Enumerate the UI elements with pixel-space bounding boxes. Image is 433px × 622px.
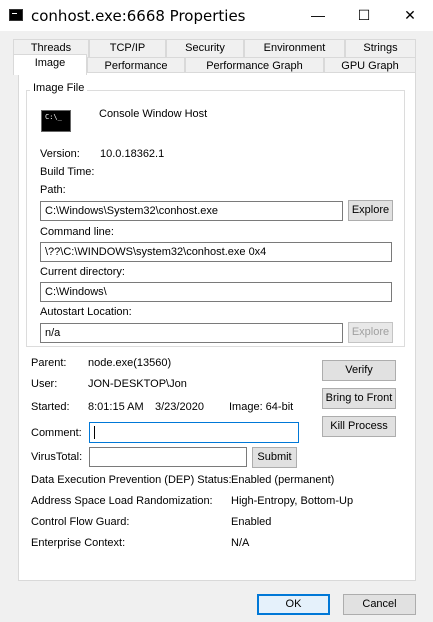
dep-status-value: Enabled (permanent) bbox=[231, 474, 335, 486]
started-time: 8:01:15 AM bbox=[88, 401, 144, 413]
console-icon: C:\_ bbox=[41, 110, 71, 132]
close-button[interactable]: ✕ bbox=[387, 0, 433, 31]
current-directory-label: Current directory: bbox=[40, 266, 125, 278]
autostart-field[interactable]: n/a bbox=[40, 323, 343, 343]
autostart-label: Autostart Location: bbox=[40, 306, 132, 318]
path-explore-button[interactable]: Explore bbox=[348, 200, 393, 221]
app-icon bbox=[9, 9, 23, 21]
dep-status-label: Data Execution Prevention (DEP) Status: bbox=[31, 474, 232, 486]
cfg-value: Enabled bbox=[231, 516, 272, 528]
autostart-explore-button[interactable]: Explore bbox=[348, 322, 393, 343]
aslr-value: High-Entropy, Bottom-Up bbox=[231, 495, 354, 507]
command-line-field[interactable]: \??\C:\WINDOWS\system32\conhost.exe 0x4 bbox=[40, 242, 392, 262]
enterprise-context-label: Enterprise Context: bbox=[31, 537, 126, 549]
image-file-group-label: Image File bbox=[30, 82, 88, 94]
started-label: Started: bbox=[31, 401, 70, 413]
current-directory-field[interactable]: C:\Windows\ bbox=[40, 282, 392, 302]
cancel-button[interactable]: Cancel bbox=[343, 594, 416, 615]
user-value: JON-DESKTOP\Jon bbox=[88, 378, 187, 390]
tab-image[interactable]: Image bbox=[13, 54, 87, 75]
path-label: Path: bbox=[40, 184, 66, 196]
started-date: 3/23/2020 bbox=[155, 401, 204, 413]
verify-button[interactable]: Verify bbox=[322, 360, 396, 381]
parent-value: node.exe(13560) bbox=[88, 357, 172, 369]
tab-environment[interactable]: Environment bbox=[244, 39, 345, 57]
tab-strings[interactable]: Strings bbox=[345, 39, 416, 57]
image-description: Console Window Host bbox=[99, 108, 208, 120]
virustotal-field[interactable] bbox=[89, 447, 247, 467]
aslr-label: Address Space Load Randomization: bbox=[31, 495, 213, 507]
ok-button[interactable]: OK bbox=[257, 594, 330, 615]
minimize-button[interactable]: — bbox=[295, 0, 341, 31]
tab-security[interactable]: Security bbox=[166, 39, 244, 57]
kill-process-button[interactable]: Kill Process bbox=[322, 416, 396, 437]
enterprise-context-value: N/A bbox=[231, 537, 250, 549]
comment-label: Comment: bbox=[31, 427, 82, 439]
window-title: conhost.exe:6668 Properties bbox=[31, 7, 246, 25]
version-label: Version: bbox=[40, 148, 80, 160]
tab-tcpip[interactable]: TCP/IP bbox=[89, 39, 166, 57]
build-time-label: Build Time: bbox=[40, 166, 95, 178]
image-bits: Image: 64-bit bbox=[229, 401, 294, 413]
parent-label: Parent: bbox=[31, 357, 67, 369]
cfg-label: Control Flow Guard: bbox=[31, 516, 130, 528]
maximize-button[interactable]: ☐ bbox=[341, 0, 387, 31]
submit-button[interactable]: Submit bbox=[252, 447, 297, 468]
user-label: User: bbox=[31, 378, 58, 390]
text-caret bbox=[94, 426, 95, 439]
version-value: 10.0.18362.1 bbox=[100, 148, 165, 160]
comment-input[interactable] bbox=[89, 422, 299, 443]
title-bar[interactable]: conhost.exe:6668 Properties — ☐ ✕ bbox=[0, 0, 433, 31]
bring-to-front-button[interactable]: Bring to Front bbox=[322, 388, 396, 409]
path-field[interactable]: C:\Windows\System32\conhost.exe bbox=[40, 201, 343, 221]
virustotal-label: VirusTotal: bbox=[31, 451, 83, 463]
command-line-label: Command line: bbox=[40, 226, 114, 238]
